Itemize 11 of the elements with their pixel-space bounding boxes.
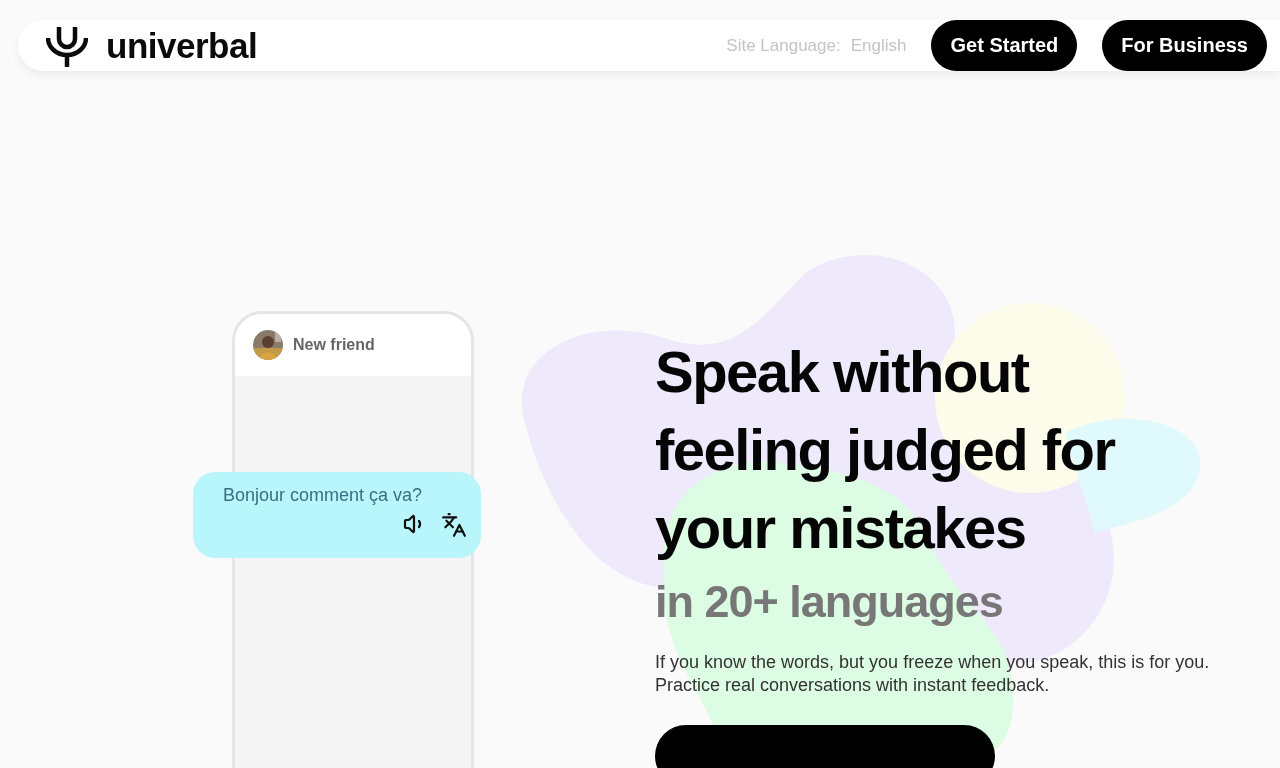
- message-text: Bonjour comment ça va?: [223, 485, 423, 506]
- nav-button[interactable]: For Business: [1102, 20, 1267, 71]
- nav-button[interactable]: Get Started: [931, 20, 1078, 71]
- hero-heading: Speak without feeling judged for your mistakes: [655, 338, 1117, 562]
- contact-name: New friend: [293, 336, 375, 354]
- hero-description: If you know the words, but you freeze when you speak, this is for you. Practice real conversations with instant feedback.: [655, 651, 1211, 697]
- brand-name: univerbal: [106, 25, 258, 66]
- language-label: Site Language:: [726, 35, 841, 56]
- translate-icon[interactable]: [441, 512, 467, 538]
- hero-subheading: in 20+ languages: [655, 575, 1004, 629]
- logo-icon: [46, 24, 88, 67]
